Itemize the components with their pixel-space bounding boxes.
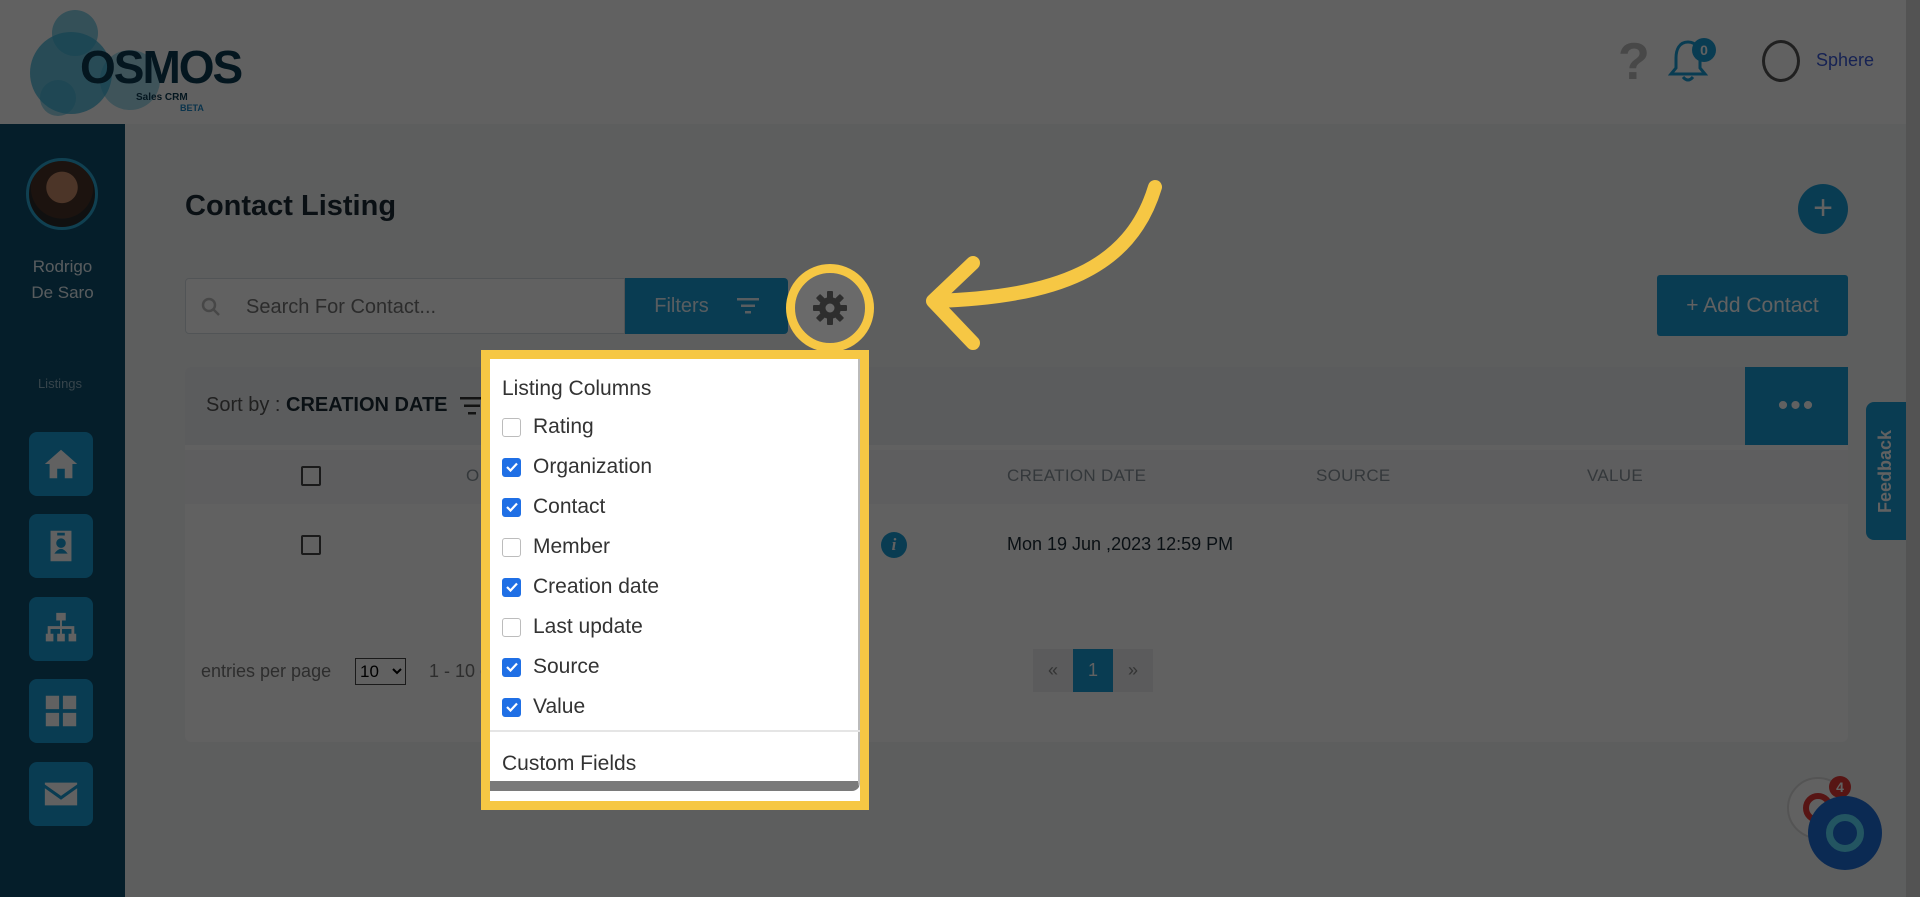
column-toggle-label: Contact bbox=[533, 495, 606, 518]
scrollbar[interactable] bbox=[1906, 0, 1920, 897]
sidebar-item-mail[interactable] bbox=[29, 762, 93, 826]
checkbox-unchecked[interactable] bbox=[502, 617, 521, 637]
user-name: Rodrigo De Saro bbox=[31, 257, 94, 302]
org-logo-icon[interactable] bbox=[1762, 40, 1800, 82]
column-toggle-label: Value bbox=[533, 695, 586, 718]
org-name[interactable]: Sphere bbox=[1816, 50, 1874, 71]
feedback-label: Feedback bbox=[1875, 429, 1896, 513]
feedback-tab[interactable]: Feedback bbox=[1866, 402, 1906, 540]
column-toggle-label: Rating bbox=[533, 415, 594, 438]
gear-icon bbox=[813, 291, 847, 325]
pager-page-button[interactable]: 1 bbox=[1073, 649, 1113, 692]
logo-wordmark: OSMOS bbox=[80, 41, 243, 93]
sidebar-item-organizations[interactable] bbox=[29, 597, 93, 661]
column-toggle-label: Last update bbox=[533, 615, 643, 638]
column-toggle-item[interactable]: Member bbox=[502, 532, 610, 562]
entries-label: entries per page bbox=[201, 661, 332, 681]
logo-beta: BETA bbox=[180, 103, 204, 113]
search-input[interactable] bbox=[246, 289, 606, 325]
home-icon bbox=[44, 449, 78, 479]
filters-button[interactable]: Filters bbox=[625, 278, 788, 334]
dropdown-title: Listing Columns bbox=[502, 377, 652, 400]
dropdown-panel: Listing Columns Rating Organization Contac… bbox=[490, 359, 860, 791]
grid-icon bbox=[45, 695, 77, 727]
chat-badge: 4 bbox=[1829, 776, 1851, 798]
select-all-checkbox[interactable] bbox=[301, 466, 321, 486]
sidebar: Rodrigo De Saro Listings bbox=[0, 124, 125, 897]
listing-columns-dropdown: Listing Columns Rating Organization Contac… bbox=[481, 350, 869, 810]
column-toggle-item[interactable]: Last update bbox=[502, 612, 643, 642]
pager-prev-button[interactable]: « bbox=[1033, 649, 1073, 692]
column-toggle-item[interactable]: Source bbox=[502, 652, 600, 682]
quick-add-button[interactable]: + bbox=[1798, 184, 1848, 234]
column-toggle-label: Creation date bbox=[533, 575, 660, 598]
checkbox-checked[interactable] bbox=[502, 497, 521, 517]
entries-per-page-select[interactable]: 10 bbox=[355, 658, 406, 685]
info-icon[interactable]: i bbox=[881, 532, 907, 558]
annotation-arrow bbox=[926, 180, 1162, 350]
sort-label[interactable]: Sort by : CREATION DATE bbox=[206, 394, 448, 417]
dropdown-divider bbox=[490, 730, 860, 732]
contact-card-icon bbox=[50, 530, 72, 562]
page-title: Contact Listing bbox=[185, 190, 397, 222]
row-cell-creation-date: Mon 19 Jun ,2023 12:59 PM bbox=[1007, 534, 1234, 554]
checkbox-checked[interactable] bbox=[502, 577, 521, 597]
checkbox-unchecked[interactable] bbox=[502, 417, 521, 437]
column-toggle-label: Source bbox=[533, 655, 600, 678]
mail-icon bbox=[44, 782, 78, 806]
checkbox-unchecked[interactable] bbox=[502, 537, 521, 557]
pager-next-button[interactable]: » bbox=[1113, 649, 1153, 692]
assistant-launcher[interactable] bbox=[1808, 796, 1882, 870]
column-toggle-item[interactable]: Creation date bbox=[502, 572, 659, 602]
column-toggle-item[interactable]: Contact bbox=[502, 492, 605, 522]
user-avatar[interactable] bbox=[26, 158, 98, 230]
checkbox-checked[interactable] bbox=[502, 657, 521, 677]
sidebar-section-label: Listings bbox=[37, 376, 83, 391]
column-header-partial[interactable]: O bbox=[466, 466, 480, 486]
column-settings-button[interactable] bbox=[786, 264, 874, 352]
column-toggle-label: Organization bbox=[533, 455, 653, 478]
sidebar-item-home[interactable] bbox=[29, 432, 93, 496]
column-toggle-label: Member bbox=[533, 535, 611, 558]
filters-label: Filters bbox=[654, 294, 709, 317]
logo-subtitle: Sales CRM bbox=[136, 92, 188, 103]
column-header-value[interactable]: VALUE bbox=[1587, 466, 1643, 486]
column-header-source[interactable]: SOURCE bbox=[1316, 466, 1391, 486]
sidebar-item-contacts[interactable] bbox=[29, 514, 93, 578]
search-icon bbox=[201, 297, 220, 316]
column-toggle-item[interactable]: Value bbox=[502, 692, 585, 722]
column-toggle-item[interactable]: Organization bbox=[502, 452, 652, 482]
add-contact-button[interactable]: + Add Contact bbox=[1657, 275, 1848, 336]
row-checkbox[interactable] bbox=[301, 535, 321, 555]
help-icon[interactable]: ? bbox=[1618, 32, 1650, 92]
org-chart-icon bbox=[45, 612, 77, 642]
pagination: « 1 » bbox=[1033, 649, 1153, 692]
column-toggle-item[interactable]: Rating bbox=[502, 412, 594, 442]
notification-badge: 0 bbox=[1692, 38, 1716, 62]
custom-fields-label[interactable]: Custom Fields bbox=[502, 752, 636, 776]
more-options-button[interactable]: ••• bbox=[1745, 367, 1848, 445]
sidebar-item-dashboard[interactable] bbox=[29, 679, 93, 743]
filter-icon bbox=[736, 298, 759, 314]
checkbox-checked[interactable] bbox=[502, 457, 521, 477]
app-logo[interactable]: OSMOS Sales CRM BETA bbox=[30, 10, 243, 116]
checkbox-checked[interactable] bbox=[502, 697, 521, 717]
column-header-creation-date[interactable]: CREATION DATE bbox=[1007, 466, 1146, 486]
search-box bbox=[185, 278, 625, 334]
assistant-icon bbox=[1826, 814, 1864, 852]
